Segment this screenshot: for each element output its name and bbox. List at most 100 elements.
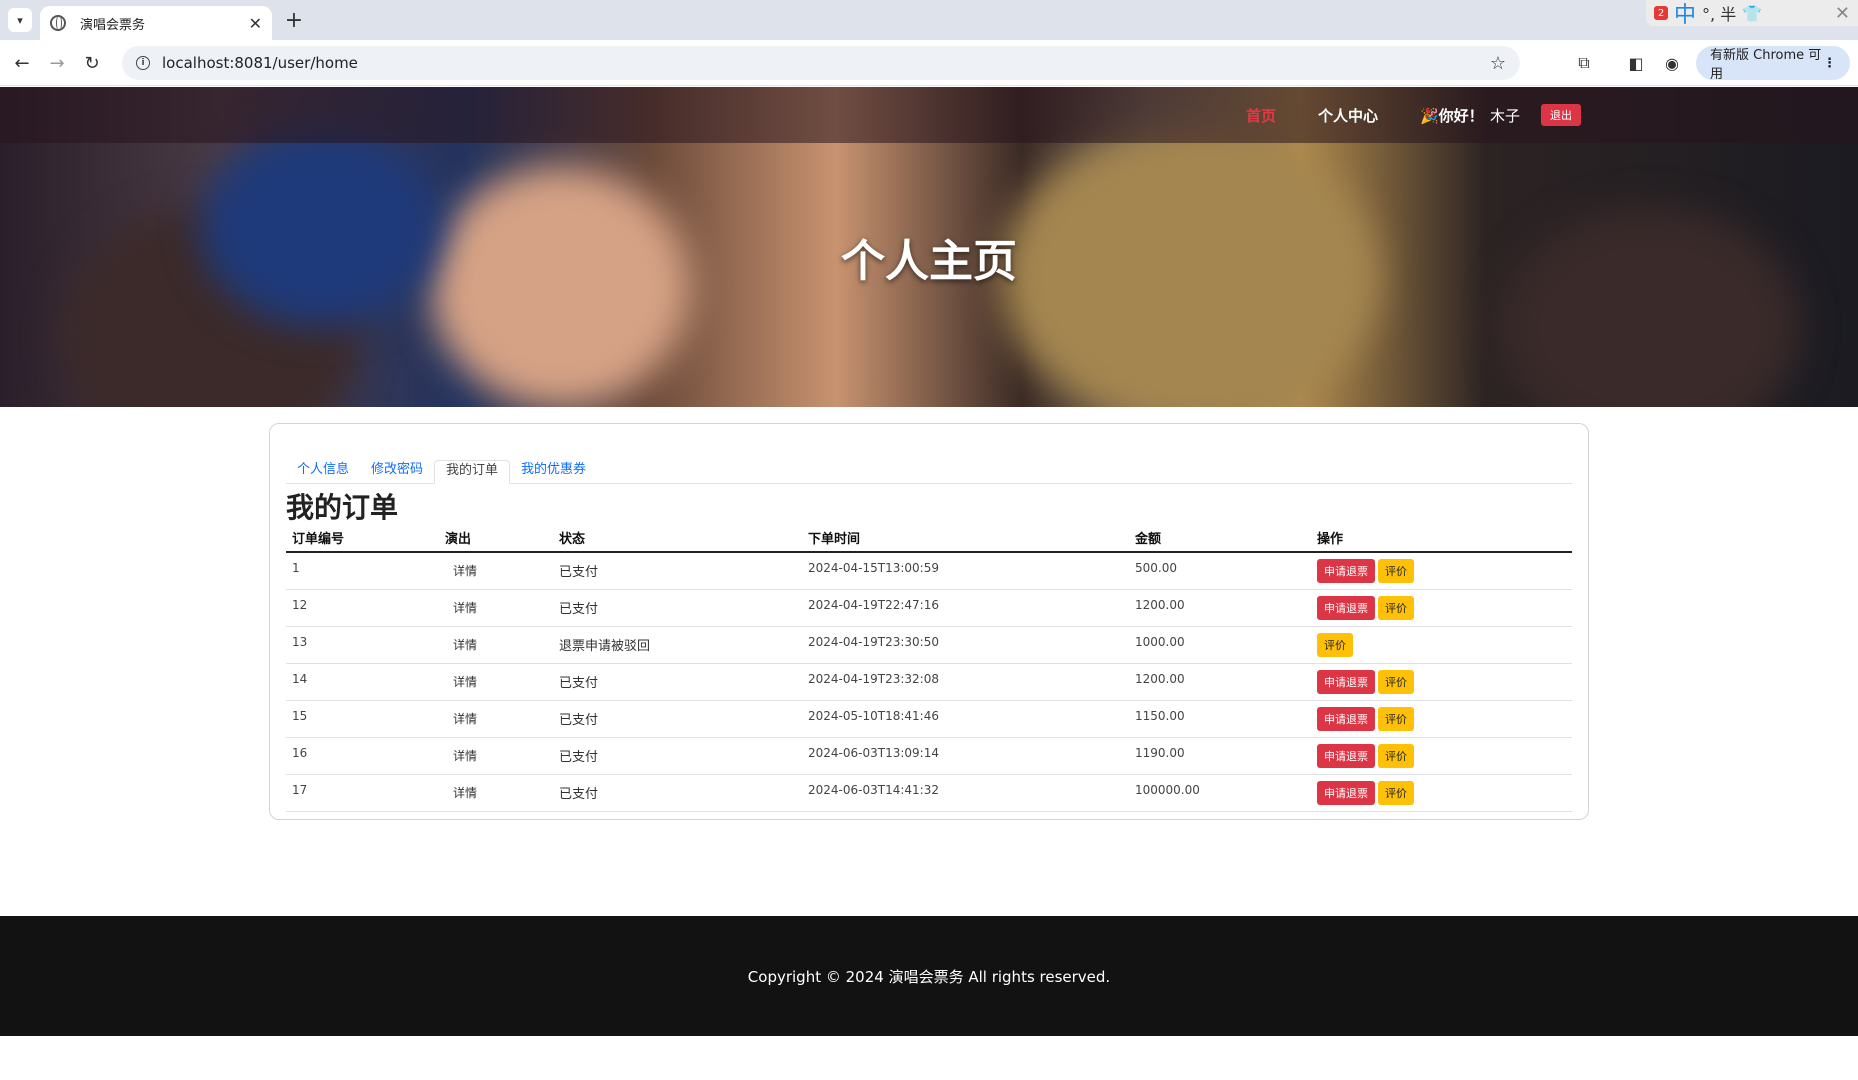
actions-cell: 评价 xyxy=(1311,626,1572,664)
menu-dots-icon[interactable]: ⋮ xyxy=(1823,56,1836,71)
refund-button[interactable]: 申请退票 xyxy=(1317,595,1375,620)
tab-title: 演唱会票务 xyxy=(80,17,146,33)
amount-cell: 1200.00 xyxy=(1129,663,1311,701)
browser-tabstrip: ▾ 演唱会票务 ✕ + 2 中 °, 半 👕 ✕ xyxy=(0,0,1858,40)
url-text[interactable]: localhost:8081/user/home xyxy=(162,54,1490,72)
tab-search-icon[interactable]: ▾ xyxy=(8,8,32,32)
nav-home-link[interactable]: 首页 xyxy=(1246,87,1276,143)
globe-icon xyxy=(50,15,66,31)
extensions-icon[interactable]: ⧉ xyxy=(1572,51,1596,75)
username-text: 木子 xyxy=(1490,106,1521,125)
order-id-cell: 1 xyxy=(286,552,439,590)
nav-profile-link[interactable]: 个人中心 xyxy=(1318,87,1378,143)
amount-cell: 1000.00 xyxy=(1129,626,1311,664)
refund-button[interactable]: 申请退票 xyxy=(1317,558,1375,583)
bookmark-star-icon[interactable]: ☆ xyxy=(1490,53,1506,74)
ime-punct[interactable]: °, 半 xyxy=(1702,1,1736,25)
profile-tabs: 个人信息 修改密码 我的订单 我的优惠券 xyxy=(286,460,1572,484)
browser-tab[interactable]: 演唱会票务 ✕ xyxy=(40,6,272,40)
amount-cell: 1200.00 xyxy=(1129,589,1311,627)
status-cell: 退票申请被驳回 xyxy=(553,626,802,664)
order-id-cell: 12 xyxy=(286,589,439,627)
page-title: 个人主页 xyxy=(841,236,1017,287)
hero-banner: 首页 个人中心 🎉你好！ 木子 退出 个人主页 xyxy=(0,87,1858,407)
order-id-cell: 13 xyxy=(286,626,439,664)
ime-shirt-icon[interactable]: 👕 xyxy=(1742,4,1762,23)
actions-cell: 申请退票 评价 xyxy=(1311,774,1572,812)
detail-link[interactable]: 详情 xyxy=(453,675,477,689)
order-time-cell: 2024-04-19T22:47:16 xyxy=(802,589,1129,627)
tab-change-password[interactable]: 修改密码 xyxy=(360,460,434,484)
section-title: 我的订单 xyxy=(286,491,399,524)
actions-cell: 申请退票 评价 xyxy=(1311,737,1572,775)
tab-my-orders[interactable]: 我的订单 xyxy=(434,460,511,484)
status-cell: 已支付 xyxy=(553,700,802,738)
amount-cell: 1190.00 xyxy=(1129,737,1311,775)
browser-toolbar: ← → ↻ i localhost:8081/user/home ☆ ⧉ ◧ ◉… xyxy=(0,40,1858,86)
amount-cell: 500.00 xyxy=(1129,552,1311,590)
reload-icon[interactable]: ↻ xyxy=(80,51,104,75)
order-id-cell: 15 xyxy=(286,700,439,738)
detail-link[interactable]: 详情 xyxy=(453,601,477,615)
footer: Copyright © 2024 演唱会票务 All rights reserv… xyxy=(0,916,1858,1036)
review-button[interactable]: 评价 xyxy=(1378,595,1414,620)
profile-avatar-icon[interactable]: ◉ xyxy=(1660,51,1684,75)
address-bar[interactable]: i localhost:8081/user/home ☆ xyxy=(122,46,1520,80)
order-time-cell: 2024-04-15T13:00:59 xyxy=(802,552,1129,590)
refund-button[interactable]: 申请退票 xyxy=(1317,669,1375,694)
tab-personal-info[interactable]: 个人信息 xyxy=(286,460,360,484)
review-button[interactable]: 评价 xyxy=(1378,669,1414,694)
refund-button[interactable]: 申请退票 xyxy=(1317,706,1375,731)
copyright-text: Copyright © 2024 演唱会票务 All rights reserv… xyxy=(747,967,1111,986)
site-info-icon[interactable]: i xyxy=(136,56,150,70)
order-time-cell: 2024-04-19T23:32:08 xyxy=(802,663,1129,701)
tab-my-coupons[interactable]: 我的优惠券 xyxy=(510,460,597,484)
status-cell: 已支付 xyxy=(553,552,802,590)
actions-cell: 申请退票 评价 xyxy=(1311,552,1572,590)
review-button[interactable]: 评价 xyxy=(1378,780,1414,805)
side-panel-icon[interactable]: ◧ xyxy=(1624,51,1648,75)
status-cell: 已支付 xyxy=(553,774,802,812)
actions-cell: 申请退票 评价 xyxy=(1311,700,1572,738)
amount-cell: 100000.00 xyxy=(1129,774,1311,812)
new-tab-icon[interactable]: + xyxy=(282,8,306,33)
refund-button[interactable]: 申请退票 xyxy=(1317,780,1375,805)
col-header-show: 演出 xyxy=(439,524,553,553)
col-header-order-id: 订单编号 xyxy=(286,524,439,553)
status-cell: 已支付 xyxy=(553,737,802,775)
logout-button[interactable]: 退出 xyxy=(1541,104,1581,126)
actions-cell: 申请退票 评价 xyxy=(1311,589,1572,627)
review-button[interactable]: 评价 xyxy=(1317,632,1353,657)
col-header-status: 状态 xyxy=(553,524,802,553)
table-row: 13 详情 退票申请被驳回 2024-04-19T23:30:50 1000.00 评价 xyxy=(286,626,1572,664)
order-id-cell: 14 xyxy=(286,663,439,701)
review-button[interactable]: 评价 xyxy=(1378,743,1414,768)
chrome-update-button[interactable]: 有新版 Chrome 可用 ⋮ xyxy=(1696,46,1850,82)
order-time-cell: 2024-06-03T13:09:14 xyxy=(802,737,1129,775)
forward-icon[interactable]: → xyxy=(45,51,69,75)
orders-table: 订单编号 演出 状态 下单时间 金额 操作 1 详情 已支付 2024-04-15T1… xyxy=(286,524,1572,812)
detail-link[interactable]: 详情 xyxy=(453,638,477,652)
review-button[interactable]: 评价 xyxy=(1378,706,1414,731)
col-header-actions: 操作 xyxy=(1311,524,1572,553)
back-icon[interactable]: ← xyxy=(10,51,34,75)
table-row: 15 详情 已支付 2024-05-10T18:41:46 1150.00 申请退票 评价 xyxy=(286,700,1572,738)
ime-close-icon[interactable]: ✕ xyxy=(1835,3,1850,24)
detail-link[interactable]: 详情 xyxy=(453,564,477,578)
table-row: 1 详情 已支付 2024-04-15T13:00:59 500.00 申请退票 评价 xyxy=(286,552,1572,590)
tab-close-icon[interactable]: ✕ xyxy=(249,14,262,33)
ime-mode-icon[interactable]: 中 xyxy=(1674,0,1696,29)
detail-link[interactable]: 详情 xyxy=(453,786,477,800)
review-button[interactable]: 评价 xyxy=(1378,558,1414,583)
ime-badge: 2 xyxy=(1654,6,1668,20)
detail-link[interactable]: 详情 xyxy=(453,749,477,763)
order-time-cell: 2024-05-10T18:41:46 xyxy=(802,700,1129,738)
detail-link[interactable]: 详情 xyxy=(453,712,477,726)
status-cell: 已支付 xyxy=(553,589,802,627)
table-row: 17 详情 已支付 2024-06-03T14:41:32 100000.00 申请退票评… xyxy=(286,774,1572,812)
actions-cell: 申请退票 评价 xyxy=(1311,663,1572,701)
order-time-cell: 2024-06-03T14:41:32 xyxy=(802,774,1129,812)
ime-toolbar: 2 中 °, 半 👕 ✕ xyxy=(1646,0,1858,29)
order-id-cell: 16 xyxy=(286,737,439,775)
refund-button[interactable]: 申请退票 xyxy=(1317,743,1375,768)
